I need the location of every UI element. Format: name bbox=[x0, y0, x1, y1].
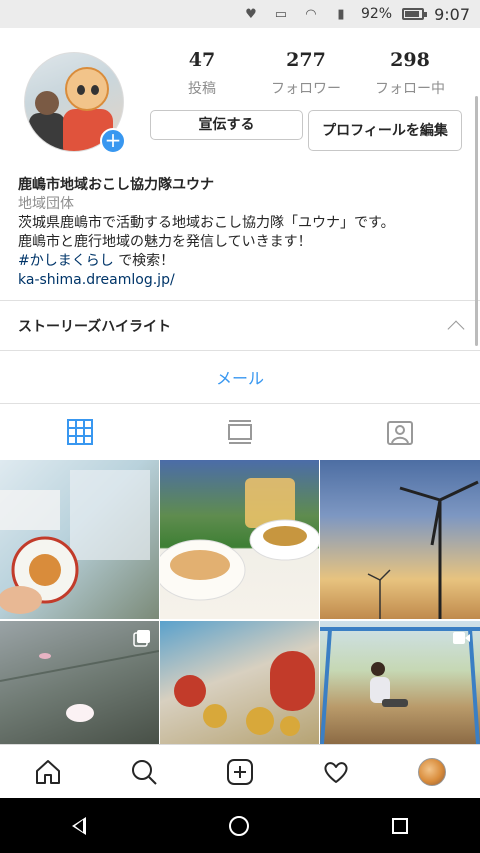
bio-hashtag-line: #かしまくらし で検索！ bbox=[18, 252, 468, 271]
stat-label: フォロー中 bbox=[375, 81, 445, 97]
battery-icon bbox=[402, 8, 428, 20]
tab-feed[interactable] bbox=[160, 404, 320, 460]
stat-label: 投稿 bbox=[188, 81, 216, 97]
chevron-up-icon[interactable] bbox=[447, 320, 465, 338]
wifi-icon: ◠ bbox=[305, 6, 317, 22]
profile-category: 地域団体 bbox=[18, 196, 74, 212]
post-image-badge-photo bbox=[0, 470, 150, 614]
heart-notification-icon: ♥ bbox=[245, 6, 257, 22]
promote-button[interactable]: 宣伝する bbox=[150, 110, 303, 140]
mail-button[interactable]: メール bbox=[0, 351, 480, 403]
highlights-title: ストーリーズハイライト bbox=[18, 319, 172, 335]
post-thumbnail[interactable] bbox=[320, 460, 480, 619]
voicemail-icon: ▭ bbox=[274, 6, 288, 22]
battery-percent: 92% bbox=[360, 6, 393, 22]
bio-line: 鹿嶋市と鹿行地域の魅力を発信していきます！ bbox=[18, 234, 312, 250]
nav-home[interactable] bbox=[0, 758, 96, 786]
nav-profile[interactable] bbox=[384, 757, 480, 786]
profile-tabs bbox=[0, 404, 480, 460]
avatar-mascot-eye bbox=[91, 85, 99, 95]
home-circle-icon[interactable] bbox=[228, 815, 249, 836]
nav-search[interactable] bbox=[96, 758, 192, 786]
nav-activity[interactable] bbox=[288, 758, 384, 786]
profile-avatar-wrap[interactable]: + bbox=[24, 52, 126, 154]
post-thumbnail[interactable] bbox=[320, 621, 480, 744]
profile-name: 鹿嶋市地域おこし協力隊ユウナ bbox=[18, 177, 214, 193]
nav-new-post[interactable] bbox=[192, 758, 288, 786]
search-icon bbox=[132, 759, 157, 785]
scrollbar[interactable] bbox=[475, 96, 478, 346]
bio-hashtag-link[interactable]: #かしまくらし bbox=[18, 253, 114, 269]
grid-icon bbox=[67, 419, 93, 445]
avatar-mascot-head bbox=[65, 67, 109, 111]
avatar-mascot-eye bbox=[77, 85, 85, 95]
story-highlights-header[interactable]: ストーリーズハイライト bbox=[0, 301, 480, 351]
tagged-photos-icon bbox=[387, 421, 413, 445]
profile-bio: 鹿嶋市地域おこし協力隊ユウナ 地域団体 茨城県鹿嶋市で活動する地域おこし協力隊「… bbox=[18, 176, 468, 290]
status-bar: ♥ ▭ ◠ ▮ 92% 9:07 bbox=[0, 0, 480, 28]
home-icon bbox=[36, 759, 60, 784]
video-icon bbox=[453, 632, 470, 644]
back-icon[interactable] bbox=[71, 816, 86, 835]
add-story-plus-icon[interactable]: + bbox=[100, 128, 126, 154]
tab-grid[interactable] bbox=[0, 404, 160, 460]
post-image-christmas bbox=[174, 651, 315, 736]
feed-list-icon bbox=[228, 420, 252, 444]
post-thumbnail[interactable] bbox=[0, 621, 159, 744]
profile-stats: 47 投稿 277 フォロワー 298 フォロー中 bbox=[150, 48, 462, 98]
stat-following[interactable]: 298 フォロー中 bbox=[358, 48, 462, 98]
post-thumbnail[interactable] bbox=[0, 460, 159, 619]
recent-apps-icon[interactable] bbox=[392, 817, 409, 834]
avatar-person-body bbox=[29, 113, 65, 151]
post-grid bbox=[0, 460, 480, 744]
clock: 9:07 bbox=[434, 4, 470, 24]
system-nav-bar bbox=[0, 798, 480, 853]
profile-avatar-icon bbox=[418, 757, 446, 786]
tab-tagged[interactable] bbox=[320, 404, 480, 460]
bio-hashtag-suffix: で検索！ bbox=[118, 253, 175, 269]
stat-posts[interactable]: 47 投稿 bbox=[150, 48, 254, 98]
stat-value: 47 bbox=[188, 49, 216, 71]
post-thumbnail[interactable] bbox=[160, 460, 319, 619]
post-image-stadium-food bbox=[160, 478, 319, 601]
stat-value: 298 bbox=[390, 49, 430, 71]
stat-followers[interactable]: 277 フォロワー bbox=[254, 48, 358, 98]
stat-value: 277 bbox=[286, 49, 326, 71]
new-post-icon bbox=[227, 758, 253, 785]
stat-label: フォロワー bbox=[271, 81, 341, 97]
signal-icon: ▮ bbox=[337, 6, 345, 22]
avatar-person-head bbox=[35, 91, 59, 115]
bio-website-link[interactable]: ka-shima.dreamlog.jp/ bbox=[18, 271, 468, 290]
post-thumbnail[interactable] bbox=[160, 621, 319, 744]
post-image-wind-turbines bbox=[367, 480, 479, 619]
edit-profile-button[interactable]: プロフィールを編集 bbox=[308, 110, 462, 151]
bio-line: 茨城県鹿嶋市で活動する地域おこし協力隊「ユウナ」です。 bbox=[18, 215, 395, 231]
bottom-nav bbox=[0, 744, 480, 798]
activity-heart-icon bbox=[324, 761, 348, 783]
carousel-icon bbox=[133, 630, 150, 647]
